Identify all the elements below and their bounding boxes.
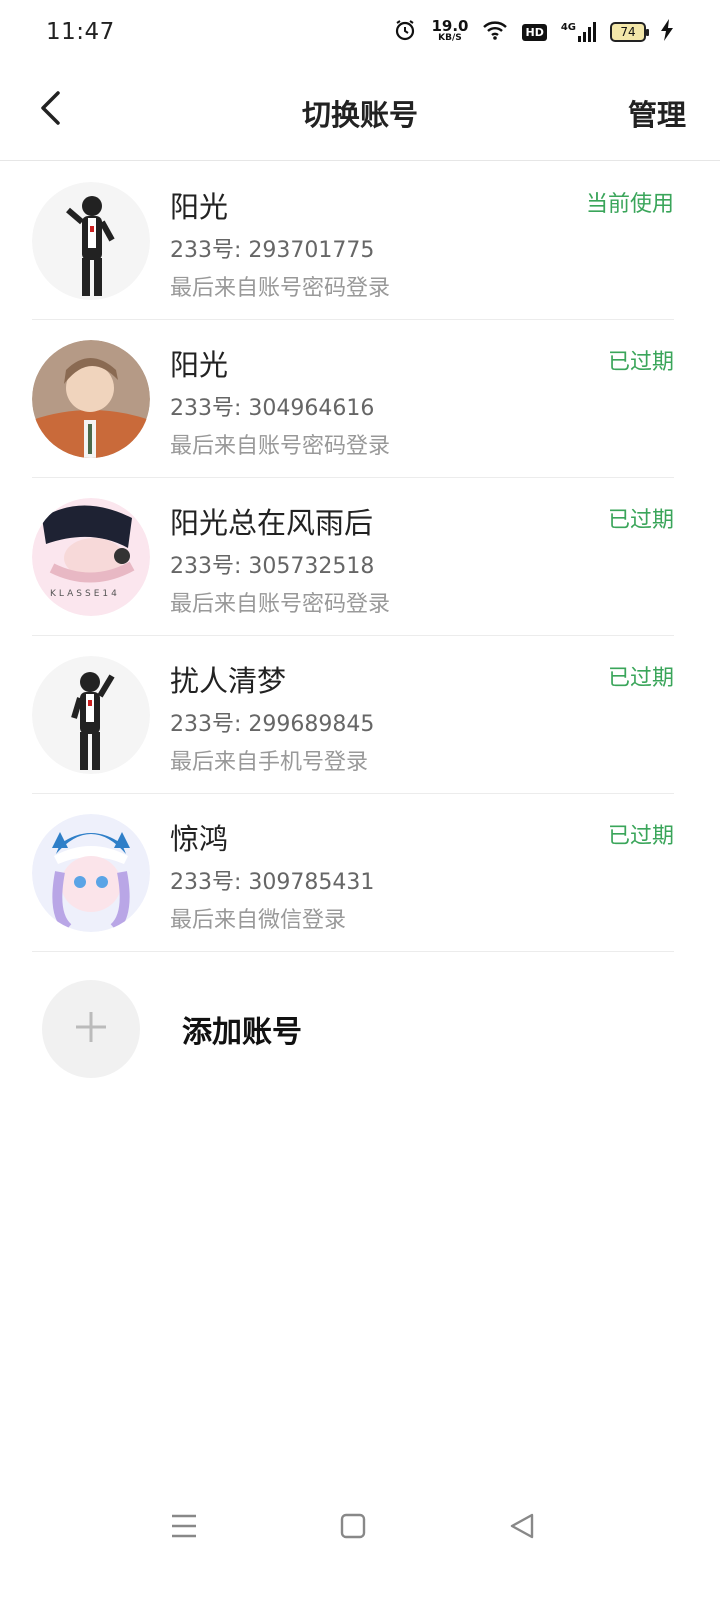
signal-icon: 4G xyxy=(561,22,596,42)
status-time: 11:47 xyxy=(46,19,115,45)
add-account-circle[interactable] xyxy=(42,980,140,1078)
account-status: 当前使用 xyxy=(585,192,674,217)
add-account-label: 添加账号 xyxy=(182,1015,302,1050)
avatar xyxy=(32,656,150,774)
page-title: 切换账号 xyxy=(301,98,418,132)
manage-button[interactable]: 管理 xyxy=(628,92,686,134)
account-login-source: 最后来自微信登录 xyxy=(170,908,347,933)
account-status: 已过期 xyxy=(607,824,674,849)
menu-button[interactable] xyxy=(166,1510,202,1546)
net-speed-unit: KB/S xyxy=(438,33,462,43)
account-name: 惊鸿 xyxy=(170,822,229,856)
avatar: KLASSE14 xyxy=(32,498,150,616)
add-account-button[interactable]: 添加账号 xyxy=(42,980,682,1078)
account-id: 233号: 293701775 xyxy=(170,238,375,263)
account-id: 233号: 309785431 xyxy=(170,870,375,895)
account-status: 已过期 xyxy=(607,350,674,375)
status-bar: 11:47 19.0 KB/S HD 4G 74 xyxy=(0,0,720,64)
signal-label: 4G xyxy=(560,22,576,33)
hd-icon: HD xyxy=(522,23,547,41)
account-item[interactable]: KLASSE14 阳光总在风雨后 233号: 305732518 最后来自账号密… xyxy=(32,478,674,636)
system-nav-bar xyxy=(0,1490,720,1560)
account-name: 扰人清梦 xyxy=(170,664,287,698)
net-speed-value: 19.0 xyxy=(431,17,469,35)
account-name: 阳光 xyxy=(170,190,229,224)
account-status: 已过期 xyxy=(607,508,674,533)
account-item[interactable]: 阳光 233号: 293701775 最后来自账号密码登录 当前使用 xyxy=(32,162,674,320)
net-speed: 19.0 KB/S xyxy=(431,17,469,44)
account-item[interactable]: 扰人清梦 233号: 299689845 最后来自手机号登录 已过期 xyxy=(32,636,674,794)
account-login-source: 最后来自账号密码登录 xyxy=(170,434,391,459)
account-id: 233号: 305732518 xyxy=(170,554,375,579)
battery-icon: 74 xyxy=(610,22,649,42)
avatar xyxy=(32,182,150,300)
account-name: 阳光总在风雨后 xyxy=(170,506,374,540)
wifi-icon xyxy=(482,19,508,45)
plus-icon xyxy=(74,1010,108,1048)
avatar xyxy=(32,340,150,458)
account-login-source: 最后来自账号密码登录 xyxy=(170,276,391,301)
svg-text:KLASSE14: KLASSE14 xyxy=(50,589,120,599)
account-list: 阳光 233号: 293701775 最后来自账号密码登录 当前使用 阳光 23… xyxy=(0,162,720,952)
account-name: 阳光 xyxy=(170,348,229,382)
account-status: 已过期 xyxy=(607,666,674,691)
account-login-source: 最后来自手机号登录 xyxy=(170,750,369,775)
avatar xyxy=(32,814,150,932)
account-item[interactable]: 惊鸿 233号: 309785431 最后来自微信登录 已过期 xyxy=(32,794,674,952)
account-item[interactable]: 阳光 233号: 304964616 最后来自账号密码登录 已过期 xyxy=(32,320,674,478)
back-nav-button[interactable] xyxy=(504,1510,540,1546)
alarm-icon xyxy=(393,18,417,46)
back-triangle-icon xyxy=(508,1512,536,1544)
top-navbar: 切换账号 管理 xyxy=(0,64,720,161)
account-id: 233号: 299689845 xyxy=(170,712,375,737)
account-login-source: 最后来自账号密码登录 xyxy=(170,592,391,617)
home-icon xyxy=(339,1512,367,1544)
charging-icon xyxy=(660,19,674,45)
status-icons: 19.0 KB/S HD 4G 74 xyxy=(393,18,674,46)
menu-icon xyxy=(170,1513,198,1543)
account-id: 233号: 304964616 xyxy=(170,396,375,421)
home-button[interactable] xyxy=(335,1510,371,1546)
